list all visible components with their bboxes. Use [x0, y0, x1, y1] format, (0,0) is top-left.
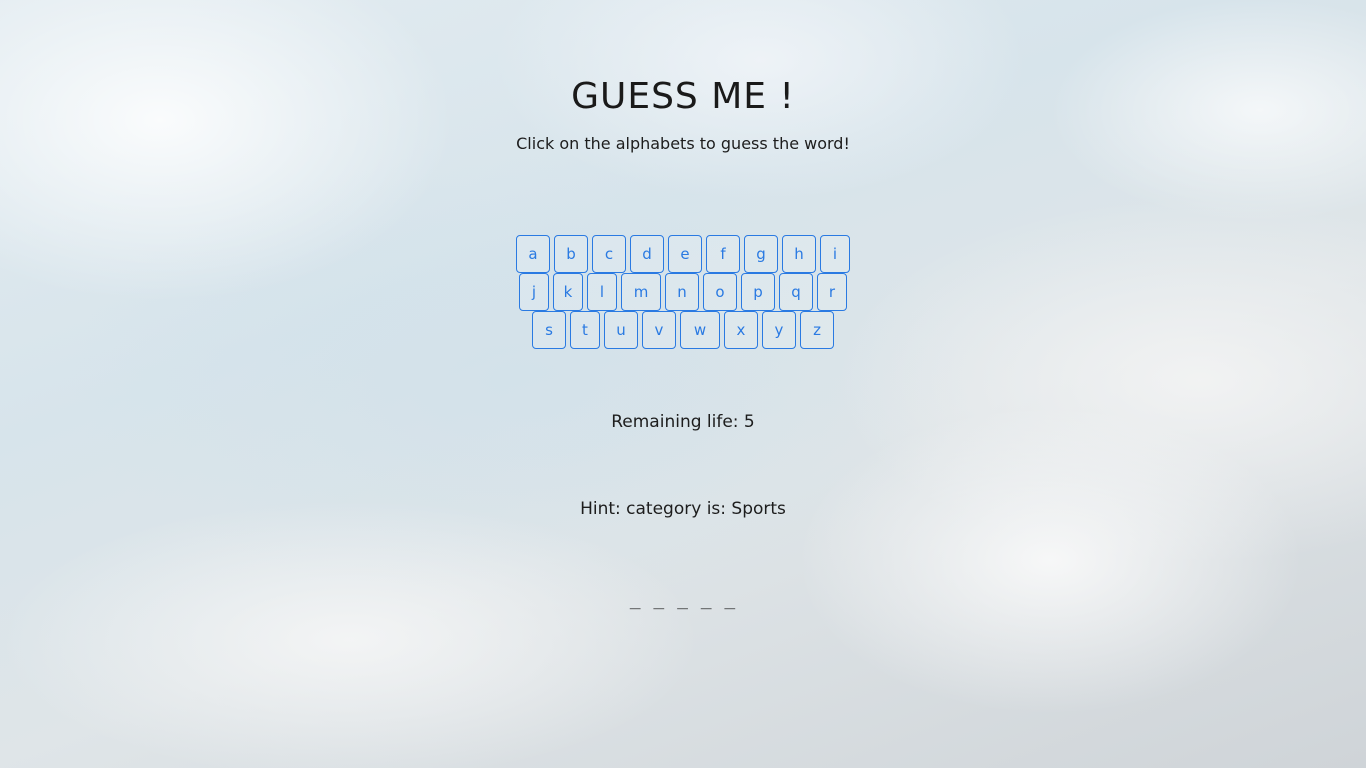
keyboard-row-2: j k l m n o p q r	[0, 273, 1366, 311]
letter-button-t[interactable]: t	[570, 311, 600, 349]
letter-button-f[interactable]: f	[706, 235, 740, 273]
letter-button-p[interactable]: p	[741, 273, 775, 311]
letter-button-z[interactable]: z	[800, 311, 834, 349]
letter-button-w[interactable]: w	[680, 311, 720, 349]
letter-button-o[interactable]: o	[703, 273, 737, 311]
game-screen: GUESS ME ! Click on the alphabets to gue…	[0, 0, 1366, 768]
letter-button-n[interactable]: n	[665, 273, 699, 311]
hint-text: Hint: category is: Sports	[580, 499, 786, 519]
letter-button-y[interactable]: y	[762, 311, 796, 349]
letter-button-c[interactable]: c	[592, 235, 626, 273]
letter-button-i[interactable]: i	[820, 235, 850, 273]
letter-button-g[interactable]: g	[744, 235, 778, 273]
word-blanks: _ _ _ _ _	[629, 589, 737, 610]
keyboard-row-3: s t u v w x y z	[0, 311, 1366, 349]
letter-button-k[interactable]: k	[553, 273, 583, 311]
letter-button-u[interactable]: u	[604, 311, 638, 349]
letter-button-a[interactable]: a	[516, 235, 550, 273]
letter-button-s[interactable]: s	[532, 311, 566, 349]
letter-button-q[interactable]: q	[779, 273, 813, 311]
letter-button-m[interactable]: m	[621, 273, 661, 311]
alphabet-keyboard: a b c d e f g h i j k l m n o p q r s t …	[0, 235, 1366, 349]
letter-button-l[interactable]: l	[587, 273, 617, 311]
letter-button-b[interactable]: b	[554, 235, 588, 273]
letter-button-h[interactable]: h	[782, 235, 816, 273]
letter-button-e[interactable]: e	[668, 235, 702, 273]
remaining-life-text: Remaining life: 5	[611, 412, 755, 432]
game-title: GUESS ME !	[571, 76, 795, 117]
letter-button-v[interactable]: v	[642, 311, 676, 349]
keyboard-row-1: a b c d e f g h i	[0, 235, 1366, 273]
letter-button-r[interactable]: r	[817, 273, 847, 311]
instructions-text: Click on the alphabets to guess the word…	[516, 134, 850, 153]
letter-button-d[interactable]: d	[630, 235, 664, 273]
letter-button-x[interactable]: x	[724, 311, 758, 349]
letter-button-j[interactable]: j	[519, 273, 549, 311]
